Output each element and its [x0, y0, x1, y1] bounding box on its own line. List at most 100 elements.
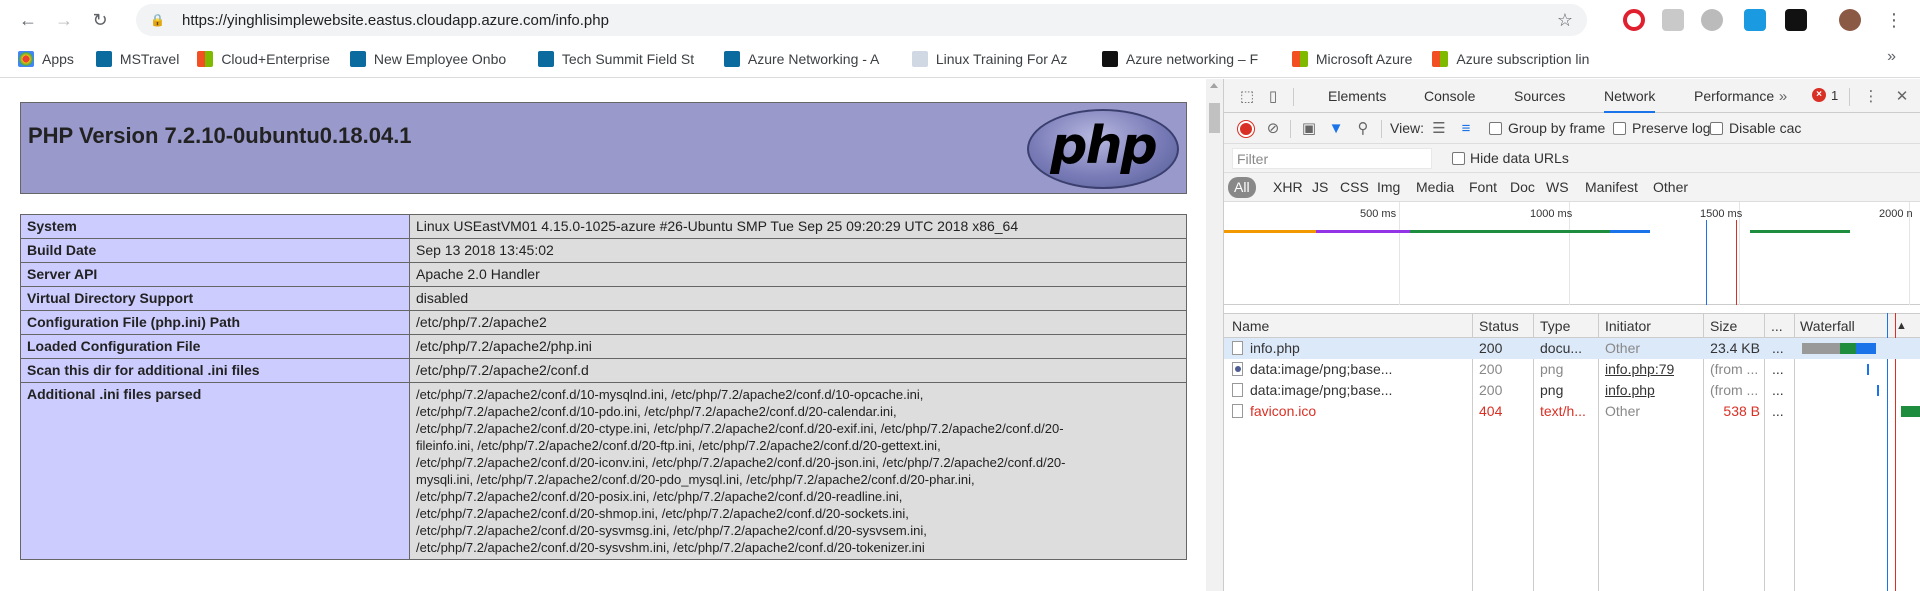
row-key: System	[20, 214, 410, 239]
sharepoint-icon	[95, 50, 112, 67]
request-initiator[interactable]: info.php	[1605, 382, 1655, 398]
menu-icon[interactable]: ⋮	[1880, 6, 1908, 34]
table-header: Name Status Type Initiator Size ... Wate…	[1224, 313, 1920, 338]
network-overview-timeline[interactable]: 500 ms 1000 ms 1500 ms 2000 n	[1224, 202, 1920, 305]
type-filter-img[interactable]: Img	[1377, 177, 1400, 198]
request-type: docu...	[1540, 340, 1583, 356]
bookmarks-bar: Apps MSTravel Cloud+Enterprise New Emplo…	[0, 40, 1920, 78]
more-tabs-icon[interactable]: »	[1774, 88, 1792, 106]
avatar[interactable]	[1839, 9, 1861, 31]
request-name[interactable]: data:image/png;base...	[1250, 361, 1468, 377]
type-filter-media[interactable]: Media	[1416, 177, 1454, 198]
request-size: 23.4 KB	[1710, 340, 1760, 356]
type-filter-other[interactable]: Other	[1653, 177, 1688, 198]
close-icon[interactable]: ✕	[1893, 88, 1911, 106]
request-type: png	[1540, 361, 1564, 377]
inspect-element-icon[interactable]: ⬚	[1238, 88, 1256, 106]
lock-icon[interactable]: 🔒	[150, 13, 165, 27]
device-toolbar-icon[interactable]: ▯	[1264, 88, 1282, 106]
page-scrollbar[interactable]	[1206, 79, 1223, 591]
request-name[interactable]: info.php	[1250, 340, 1468, 356]
type-filter-manifest[interactable]: Manifest	[1585, 177, 1638, 198]
divider	[1293, 88, 1294, 106]
divider	[1849, 88, 1850, 106]
type-filter-ws[interactable]: WS	[1546, 177, 1569, 198]
column-type[interactable]: Type	[1540, 318, 1570, 334]
disable-cache-label[interactable]: Disable cac	[1729, 120, 1801, 136]
request-name[interactable]: data:image/png;base...	[1250, 382, 1468, 398]
bookmark-star-icon[interactable]: ☆	[1557, 10, 1573, 31]
group-by-frame-checkbox[interactable]	[1489, 122, 1502, 135]
column-initiator[interactable]: Initiator	[1605, 318, 1651, 334]
column-size[interactable]: Size	[1710, 318, 1737, 334]
type-filter-js[interactable]: JS	[1312, 177, 1328, 198]
tab-sources[interactable]: Sources	[1514, 79, 1565, 113]
request-name[interactable]: favicon.ico	[1250, 403, 1468, 419]
sort-ascending-icon[interactable]: ▲	[1896, 320, 1907, 332]
bookmark-tech-summit[interactable]: Tech Summit Field St	[537, 47, 708, 71]
pdf-extension-icon[interactable]	[1662, 9, 1684, 31]
bookmarks-overflow-icon[interactable]: »	[1887, 48, 1896, 66]
bookmark-azure-subscription[interactable]: Azure subscription lin	[1432, 47, 1622, 71]
column-more[interactable]: ...	[1771, 318, 1783, 334]
column-name[interactable]: Name	[1232, 318, 1269, 334]
bookmark-azure-networking-m[interactable]: Azure networking – F	[1101, 47, 1276, 71]
scroll-up-icon[interactable]	[1210, 83, 1218, 88]
hide-data-urls-checkbox[interactable]	[1452, 152, 1465, 165]
clear-icon[interactable]: ⊘	[1264, 120, 1282, 138]
search-icon[interactable]: ⚲	[1354, 120, 1372, 138]
table-row[interactable]: data:image/png;base... 200 png info.php:…	[1224, 359, 1920, 380]
bookmark-apps[interactable]: Apps	[18, 47, 74, 71]
large-rows-icon[interactable]: ☰	[1430, 120, 1448, 138]
bookmark-microsoft-azure[interactable]: Microsoft Azure	[1291, 47, 1412, 71]
tab-elements[interactable]: Elements	[1328, 79, 1386, 113]
type-filter-doc[interactable]: Doc	[1510, 177, 1535, 198]
divider	[1290, 120, 1291, 138]
windows-extension-icon[interactable]	[1744, 9, 1766, 31]
table-row[interactable]: info.php 200 docu... Other 23.4 KB ...	[1224, 338, 1920, 359]
hide-data-urls-label[interactable]: Hide data URLs	[1470, 150, 1569, 166]
forward-icon[interactable]: →	[50, 6, 78, 34]
type-filter-css[interactable]: CSS	[1340, 177, 1369, 198]
circle-extension-icon[interactable]	[1701, 9, 1723, 31]
row-value: Sep 13 2018 13:45:02	[409, 238, 1187, 263]
bookmark-mstravel[interactable]: MSTravel	[95, 47, 179, 71]
table-row[interactable]: data:image/png;base... 200 png info.php …	[1224, 380, 1920, 401]
omnibox[interactable]: 🔒 https://yinghlisimplewebsite.eastus.cl…	[136, 4, 1587, 36]
reload-icon[interactable]: ↻	[86, 6, 114, 34]
filter-icon[interactable]: ▼	[1327, 120, 1345, 138]
bookmark-cloud-enterprise[interactable]: Cloud+Enterprise	[197, 47, 330, 71]
record-icon[interactable]	[1238, 121, 1254, 137]
filter-input[interactable]: Filter	[1232, 148, 1432, 169]
request-initiator[interactable]: info.php:79	[1605, 361, 1674, 377]
capture-screenshots-icon[interactable]: ▣	[1300, 120, 1318, 138]
error-icon[interactable]: ×	[1812, 88, 1826, 102]
opera-extension-icon[interactable]	[1623, 9, 1645, 31]
preserve-log-label[interactable]: Preserve log	[1632, 120, 1711, 136]
bookmark-new-employee[interactable]: New Employee Onbo	[349, 47, 522, 71]
glasses-extension-icon[interactable]	[1785, 9, 1807, 31]
back-icon[interactable]: ←	[14, 6, 42, 34]
waterfall-view-icon[interactable]: ≡	[1457, 120, 1475, 138]
group-by-frame-label[interactable]: Group by frame	[1508, 120, 1605, 136]
devtools-menu-icon[interactable]: ⋮	[1862, 88, 1880, 106]
error-count[interactable]: 1	[1831, 88, 1838, 103]
url-text[interactable]: https://yinghlisimplewebsite.eastus.clou…	[182, 12, 609, 29]
type-filter-font[interactable]: Font	[1469, 177, 1497, 198]
scroll-thumb[interactable]	[1209, 103, 1220, 133]
bookmark-linux-training[interactable]: Linux Training For Az	[911, 47, 1086, 71]
document-icon	[1232, 383, 1243, 397]
column-waterfall[interactable]: Waterfall	[1800, 318, 1855, 334]
request-type: text/h...	[1540, 403, 1586, 419]
column-status[interactable]: Status	[1479, 318, 1519, 334]
tab-console[interactable]: Console	[1424, 79, 1475, 113]
type-filter-all[interactable]: All	[1228, 177, 1256, 198]
table-row[interactable]: favicon.ico 404 text/h... Other 538 B ..…	[1224, 401, 1920, 422]
type-filter-xhr[interactable]: XHR	[1273, 177, 1303, 198]
bookmark-azure-networking[interactable]: Azure Networking - A	[723, 47, 896, 71]
preserve-log-checkbox[interactable]	[1613, 122, 1626, 135]
tab-performance[interactable]: Performance	[1694, 79, 1774, 113]
apps-grid-icon	[18, 50, 34, 67]
tab-network[interactable]: Network	[1604, 79, 1656, 113]
disable-cache-checkbox[interactable]	[1710, 122, 1723, 135]
